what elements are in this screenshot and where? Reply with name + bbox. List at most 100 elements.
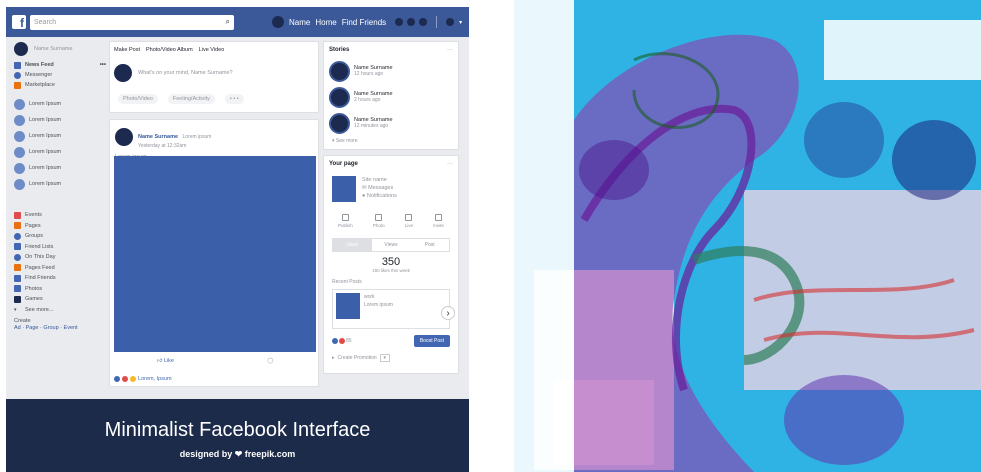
sidebar-item-label: Lorem Ipsum bbox=[29, 165, 62, 171]
tab-make-post[interactable]: Make Post bbox=[114, 47, 140, 53]
recent-post-thumbnail bbox=[336, 293, 360, 319]
page-site-name[interactable]: Site name bbox=[362, 176, 397, 184]
photo-button[interactable]: Photo bbox=[373, 214, 385, 228]
photo-icon bbox=[14, 285, 21, 293]
sidebar-item-events[interactable]: Events bbox=[14, 210, 106, 221]
search-input[interactable]: Search ⌕ bbox=[30, 14, 234, 30]
news-feed-icon bbox=[14, 61, 21, 69]
more-button[interactable]: • • • bbox=[224, 94, 244, 104]
chevron-down-icon[interactable]: ▾ bbox=[459, 19, 462, 26]
sidebar-item-groups[interactable]: Groups bbox=[14, 231, 106, 242]
post-reactions[interactable]: Lorem, Ipsum bbox=[114, 376, 172, 382]
post-author[interactable]: Name Surname bbox=[138, 134, 178, 140]
like-button[interactable]: 👍︎ Like bbox=[157, 358, 174, 364]
story-time: 12 minutes ago bbox=[354, 123, 389, 129]
sidebar-item-group[interactable]: Lorem Ipsum bbox=[14, 144, 106, 160]
avatar[interactable] bbox=[14, 42, 28, 56]
photo-video-button[interactable]: Photo/Video bbox=[118, 94, 158, 104]
sidebar-item-label: Events bbox=[25, 212, 42, 219]
scribble-artwork bbox=[514, 0, 981, 472]
tab-photo-album[interactable]: Photo/Video Album bbox=[146, 47, 193, 53]
tab-live-video[interactable]: Live Video bbox=[199, 47, 225, 53]
see-more-link[interactable]: ▾ See more bbox=[324, 136, 458, 149]
promotion-label: Create Promotion bbox=[337, 355, 377, 361]
more-icon[interactable]: ··· bbox=[447, 47, 453, 53]
sidebar-profile[interactable]: Name Surname bbox=[14, 41, 106, 57]
avatar[interactable] bbox=[115, 128, 133, 146]
sidebar-item-games[interactable]: Games bbox=[14, 294, 106, 305]
sidebar-item-label: Groups bbox=[25, 233, 44, 240]
sidebar-item-on-this-day[interactable]: On This Day bbox=[14, 252, 106, 263]
sidebar-item-marketplace[interactable]: Marketplace bbox=[14, 80, 106, 90]
tab-views[interactable]: Views bbox=[372, 239, 411, 251]
nav-profile[interactable]: Name bbox=[289, 18, 310, 27]
sidebar-item-see-more[interactable]: ▾ See more... bbox=[14, 305, 106, 316]
page-reactions[interactable]: 85 bbox=[332, 338, 352, 344]
avatar[interactable] bbox=[272, 16, 284, 28]
composer-input[interactable]: What's on your mind, Name Surname? bbox=[110, 58, 318, 88]
sidebar-item-group[interactable]: Lorem Ipsum bbox=[14, 96, 106, 112]
sidebar-item-messenger[interactable]: Messenger bbox=[14, 70, 106, 80]
chevron-right-icon[interactable]: › bbox=[441, 306, 455, 320]
like-reaction-icon bbox=[114, 376, 120, 382]
group-icon bbox=[14, 162, 25, 174]
search-icon[interactable]: ⌕ bbox=[226, 17, 230, 27]
megaphone-icon: ▸ bbox=[332, 355, 335, 361]
story-item[interactable]: Name Surname 12 minutes ago bbox=[324, 110, 458, 136]
page-tools: Publish Photo Live Invite bbox=[324, 206, 458, 234]
page-thumbnail[interactable] bbox=[332, 176, 356, 202]
sidebar-groups: Lorem Ipsum Lorem Ipsum Lorem Ipsum Lore… bbox=[14, 96, 106, 192]
recent-post-text: Lorem ipsum bbox=[364, 302, 393, 308]
sidebar-explore: Events Pages Groups Friend Lists On This… bbox=[14, 210, 106, 315]
video-icon bbox=[405, 214, 413, 221]
nav-find-friends[interactable]: Find Friends bbox=[342, 18, 386, 27]
friend-requests-icon[interactable] bbox=[395, 18, 404, 26]
post-image[interactable] bbox=[114, 156, 316, 352]
tab-likes[interactable]: Likes bbox=[333, 239, 372, 251]
avatar bbox=[329, 86, 350, 108]
page-messages[interactable]: ✉ Messages bbox=[362, 184, 397, 192]
tab-post[interactable]: Post bbox=[410, 239, 449, 251]
right-column: Stories ··· Name Surname 12 hours ago Name… bbox=[323, 41, 459, 374]
notifications-icon[interactable] bbox=[419, 18, 428, 26]
create-links[interactable]: Ad · Page · Group · Event bbox=[14, 325, 106, 332]
messages-icon[interactable] bbox=[407, 18, 416, 26]
sidebar-item-label: On This Day bbox=[25, 254, 56, 261]
recent-post[interactable]: work Lorem ipsum › bbox=[332, 289, 455, 329]
sidebar-item-friend-lists[interactable]: Friend Lists bbox=[14, 242, 106, 253]
sidebar-item-group[interactable]: Lorem Ipsum bbox=[14, 176, 106, 192]
sidebar-item-find-friends[interactable]: Find Friends bbox=[14, 273, 106, 284]
sidebar-item-group[interactable]: Lorem Ipsum bbox=[14, 128, 106, 144]
facebook-logo[interactable]: f bbox=[12, 15, 26, 29]
chevron-down-icon[interactable]: ▾ bbox=[379, 354, 390, 362]
avatar bbox=[114, 64, 132, 82]
page-header: Site name ✉ Messages ● Notifications bbox=[324, 172, 458, 206]
sidebar-item-pages[interactable]: Pages bbox=[14, 221, 106, 232]
sidebar-item-group[interactable]: Lorem Ipsum bbox=[14, 160, 106, 176]
sidebar-item-photos[interactable]: Photos bbox=[14, 284, 106, 295]
comment-icon[interactable]: ◯ bbox=[267, 358, 273, 364]
boost-post-button[interactable]: Boost Post bbox=[413, 335, 450, 347]
story-item[interactable]: Name Surname 2 hours ago bbox=[324, 84, 458, 110]
footer-credit: designed by ❤ freepik.com bbox=[179, 449, 296, 459]
feeling-button[interactable]: Feeling/Activity bbox=[167, 94, 215, 104]
page-tabs: Likes Views Post bbox=[332, 238, 450, 252]
sidebar-item-pages-feed[interactable]: Pages Feed bbox=[14, 263, 106, 274]
sidebar-item-group[interactable]: Lorem Ipsum bbox=[14, 112, 106, 128]
story-item[interactable]: Name Surname 12 hours ago bbox=[324, 58, 458, 84]
invite-button[interactable]: Invite bbox=[433, 214, 444, 228]
footer-banner: Minimalist Facebook Interface designed b… bbox=[6, 399, 469, 472]
create-promotion[interactable]: ▸ Create Promotion ▾ bbox=[324, 351, 458, 365]
more-icon[interactable]: ··· bbox=[447, 161, 453, 167]
help-icon[interactable] bbox=[446, 18, 455, 26]
nav-home[interactable]: Home bbox=[315, 18, 336, 27]
more-icon[interactable]: ••• bbox=[100, 62, 106, 68]
top-bar: f Search ⌕ Name Home Find Friends ▾ bbox=[6, 7, 469, 37]
your-page-title: Your page bbox=[329, 161, 358, 167]
sidebar-create: Create Ad · Page · Group · Event bbox=[14, 318, 106, 332]
publish-button[interactable]: Publish bbox=[338, 214, 353, 228]
page-notifications[interactable]: ● Notifications bbox=[362, 192, 397, 200]
live-button[interactable]: Live bbox=[405, 214, 413, 228]
sidebar-item-news-feed[interactable]: News Feed ••• bbox=[14, 60, 106, 70]
post-time[interactable]: Yesterday at 12:32am bbox=[138, 143, 211, 149]
